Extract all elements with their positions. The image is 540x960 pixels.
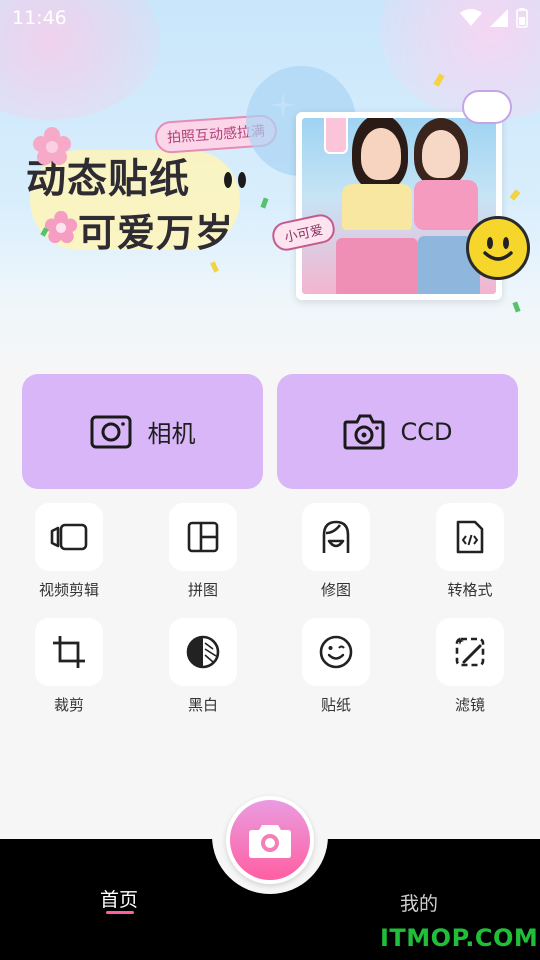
girls-photo [302, 118, 496, 294]
nav-active-indicator [106, 911, 134, 914]
camera-card-label: 相机 [147, 420, 196, 448]
tool-icon-box [169, 503, 237, 571]
sticker-smile-icon [319, 635, 353, 669]
tool-icon-box [302, 618, 370, 686]
wifi-icon [460, 9, 482, 26]
nav-home[interactable]: 首页 [100, 885, 138, 912]
girl-left-top [342, 184, 412, 230]
flower-icon [33, 127, 71, 165]
status-bar: 11:46 [0, 0, 540, 36]
convert-format-icon [456, 520, 484, 554]
banner-title-line2: 可爱万岁 [78, 211, 235, 255]
status-icons [460, 8, 528, 28]
filter-wand-icon [455, 637, 485, 667]
eyes-doodle-icon [224, 172, 246, 188]
smiley-sticker [466, 216, 530, 280]
tool-label: 视频剪辑 [38, 581, 99, 599]
tool-label: 裁剪 [53, 696, 84, 714]
tool-icon-box [302, 503, 370, 571]
tool-label: 黑白 [187, 696, 218, 714]
camera-card[interactable]: 相机 [22, 374, 263, 489]
collage-icon [187, 521, 219, 553]
tool-convert-format[interactable]: 转格式 [420, 503, 520, 600]
signal-icon [490, 9, 508, 27]
cloud-sticker [462, 90, 512, 124]
confetti [512, 301, 521, 313]
tool-black-white[interactable]: 黑白 [153, 618, 253, 715]
drink-cup [324, 118, 348, 154]
retouch-face-icon [322, 520, 350, 553]
camera-icon [249, 825, 291, 858]
flower-icon [44, 210, 78, 244]
confetti [260, 197, 269, 209]
smiley-face-icon [483, 237, 513, 261]
watermark: ITMOP.COM [380, 924, 539, 952]
tool-label: 拼图 [187, 581, 218, 599]
crop-icon [53, 636, 85, 668]
promo-banner[interactable]: 动态贴纸 可爱万岁 拍照互动感拉满 小可爱 [0, 0, 540, 370]
girl-right-face [422, 130, 460, 178]
confetti [210, 261, 219, 273]
tool-icon-box [35, 618, 103, 686]
girl-left-face [361, 128, 401, 180]
confetti [509, 189, 521, 201]
camera-fab-button[interactable] [226, 796, 314, 884]
nav-mine[interactable]: 我的 [400, 889, 438, 916]
status-time: 11:46 [12, 7, 67, 29]
tool-label: 修图 [320, 581, 351, 599]
video-edit-icon [50, 523, 88, 551]
tool-label: 转格式 [447, 581, 493, 599]
tool-retouch[interactable]: 修图 [286, 503, 386, 600]
tool-icon-box [436, 503, 504, 571]
camera-icon [90, 415, 131, 448]
tool-filter[interactable]: 滤镜 [420, 618, 520, 715]
tool-icon-box [169, 618, 237, 686]
ccd-card-label: CCD [400, 417, 453, 446]
girl-left-skirt [336, 238, 418, 294]
tool-sticker[interactable]: 贴纸 [286, 618, 386, 715]
tool-crop[interactable]: 裁剪 [19, 618, 119, 715]
tool-video-edit[interactable]: 视频剪辑 [19, 503, 119, 600]
tool-icon-box [436, 618, 504, 686]
ccd-card[interactable]: CCD [277, 374, 518, 489]
battery-icon [516, 8, 528, 28]
tool-label: 贴纸 [320, 696, 351, 714]
black-white-icon [186, 635, 220, 669]
tool-icon-box [35, 503, 103, 571]
tool-collage[interactable]: 拼图 [153, 503, 253, 600]
ccd-camera-icon [343, 414, 384, 449]
tool-label: 滤镜 [454, 696, 485, 714]
